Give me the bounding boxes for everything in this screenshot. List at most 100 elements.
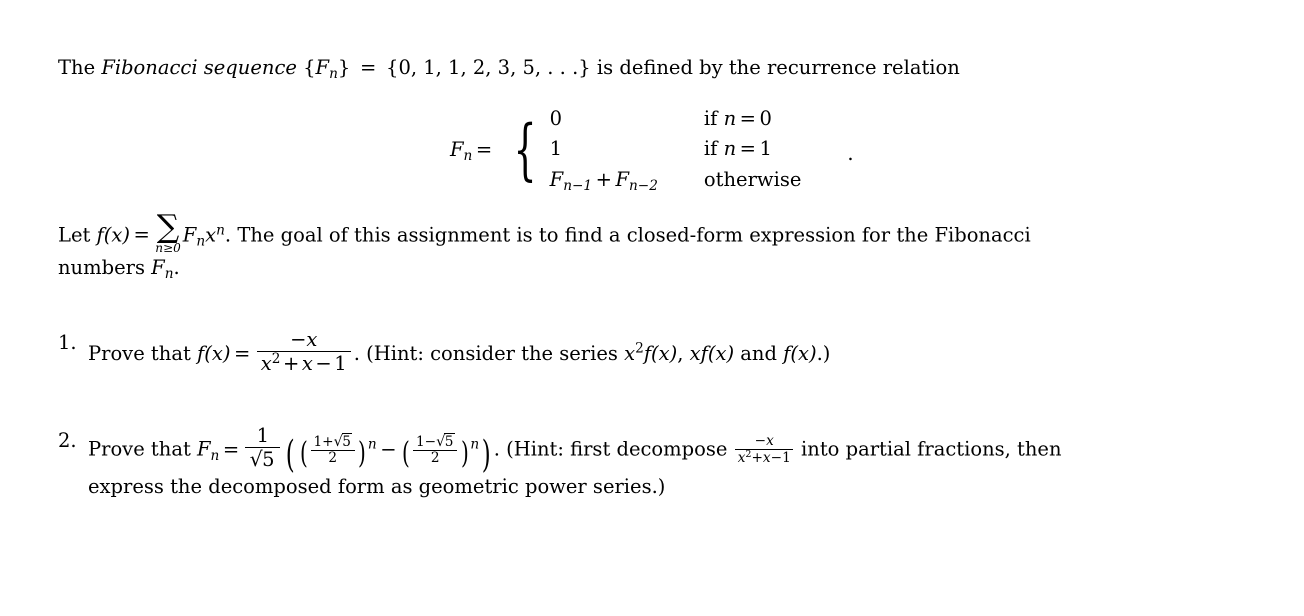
radicand: 5 [444, 432, 455, 450]
case-value: 1 [549, 137, 563, 161]
phi-paren-close: ) [358, 436, 366, 472]
generating-equals: = [133, 223, 150, 247]
summation-limit: n≥0 [155, 240, 181, 255]
sigma-glyph: ∑ [156, 208, 180, 245]
psi-sqrt: √5 [436, 432, 455, 451]
problem-1-period: . [353, 342, 360, 366]
problem-2-period: . [493, 437, 500, 461]
hint-term1-f: f(x) [643, 342, 678, 366]
cases-row: 0 if n = 0 [550, 104, 802, 134]
generating-f: f [96, 223, 104, 247]
phi-numerator: 1+√5 [311, 432, 355, 451]
case-condition-rel: = [739, 137, 756, 161]
cases-row: 1 if n = 1 [550, 134, 802, 164]
generating-tail-period: . [173, 256, 180, 280]
case-condition: if n = 1 [704, 134, 801, 164]
recurrence-equals: = [475, 137, 493, 161]
phi-paren-open: ( [299, 436, 308, 472]
generating-let: Let [58, 223, 91, 247]
intro-lead: The [58, 55, 96, 79]
problem-2-lead: Prove that [88, 437, 191, 461]
phi-sqrt: √5 [334, 432, 353, 451]
hint-and: and [740, 342, 777, 366]
case-term-a-subscript: n−1 [563, 177, 593, 194]
problem-list: 1. Prove that f(x) = −x x2 + x −1. (Hint: cons… [58, 329, 1216, 502]
phi-denominator: 2 [310, 450, 355, 466]
fraction-numerator: −x [290, 328, 318, 352]
generating-tail-prefix: numbers [58, 256, 145, 280]
intro-sequence-subscript: n [329, 65, 338, 82]
hint-term3: f(x) [783, 342, 817, 366]
intro-sequence-open: { [303, 55, 316, 79]
problem-marker: 1. [58, 331, 77, 355]
case-value: Fn−1 + Fn−2 [550, 165, 704, 198]
recurrence-equation: Fn = { 0 if n = 0 1 if n = 1 Fn−1 + Fn−2 otherw… [450, 104, 854, 197]
case-condition-prefix: if [703, 137, 718, 161]
hint-term2: xf(x) [689, 342, 735, 366]
generating-tail-F: F [151, 256, 165, 280]
psi-paren-open: ( [402, 436, 410, 472]
denominator-one: 1 [334, 352, 347, 376]
case-condition-val: 1 [759, 137, 772, 161]
hint-term1-exponent: 2 [635, 341, 644, 358]
case-condition-var: n [723, 137, 737, 161]
problem-2-hint-open: (Hint: first decompose [506, 437, 728, 461]
generating-period: . [224, 223, 232, 247]
outer-paren-close: ) [481, 432, 491, 476]
case-condition-prefix: if [703, 106, 718, 130]
psi-minus: − [424, 433, 437, 450]
recurrence-period: . [847, 142, 854, 166]
denominator-minus: − [315, 352, 332, 376]
hint-fraction-denominator: x2+x−1 [735, 449, 794, 467]
phi-fraction: 1+√5 2 [310, 432, 355, 467]
denominator-plus: + [283, 352, 300, 376]
phi-exponent: n [367, 436, 377, 453]
coefficient-denominator: √5 [245, 446, 281, 471]
intro-equals: = [360, 55, 377, 79]
psi-fraction: 1−√5 2 [413, 432, 457, 467]
case-term-operator: + [595, 167, 612, 191]
coefficient-numerator: 1 [256, 424, 270, 448]
problem-item-1: 1. Prove that f(x) = −x x2 + x −1. (Hint: cons… [58, 329, 1216, 375]
intro-tail: is defined by the recurrence relation [596, 55, 960, 79]
problem-1-hint-close: .) [816, 342, 831, 366]
cases-brace: { [513, 111, 537, 189]
hint-fraction-numerator: −x [754, 433, 774, 450]
problem-2-hint-tail: express the decomposed form as geometric… [88, 474, 666, 498]
psi-numerator: 1−√5 [413, 432, 457, 451]
problem-1-lead: Prove that [88, 342, 191, 366]
summation-symbol: ∑ n≥0 [155, 208, 181, 255]
radicand: 5 [261, 446, 277, 471]
outer-paren-open: ( [285, 432, 295, 476]
denominator-x: x [260, 352, 272, 376]
recurrence-lhs: Fn = [450, 138, 504, 164]
generating-function-paragraph: Let f(x) = ∑ n≥0 Fnxn. The goal of this assi… [58, 208, 1216, 285]
recurrence-lhs-subscript: n [463, 147, 473, 164]
case-term-a-symbol: F [549, 167, 564, 191]
phi-one: 1 [313, 433, 323, 450]
intro-paragraph: The Fibonacci sequence {Fn} = {0, 1, 1, … [58, 54, 1216, 84]
problem-2-F: F [197, 437, 211, 461]
recurrence-display: Fn = { 0 if n = 0 1 if n = 1 Fn−1 + Fn−2 otherw… [58, 104, 1216, 194]
hint-comma: , [677, 342, 684, 366]
psi-denominator: 2 [413, 450, 457, 466]
generating-of-x: (x) [103, 223, 130, 247]
intro-sequence-symbol: F [315, 55, 330, 79]
problem-1-of-x: (x) [204, 342, 231, 366]
intro-sequence-values: {0, 1, 1, 2, 3, 5, . . .} [386, 55, 591, 79]
problem-2-equals: = [222, 437, 240, 461]
problem-1-fraction: −x x2 + x −1 [256, 328, 351, 376]
hint-fraction: −x x2+x−1 [735, 433, 794, 467]
summand-F: F [182, 223, 197, 247]
psi-exponent: n [470, 436, 480, 453]
psi-one: 1 [415, 433, 425, 450]
summand-exponent: n [216, 222, 225, 239]
denominator-minus: − [770, 450, 783, 467]
problem-1-equals: = [233, 342, 251, 366]
case-condition: otherwise [703, 167, 802, 191]
problem-2-F-subscript: n [210, 447, 220, 464]
case-condition-var: n [723, 106, 737, 130]
case-condition-val: 0 [759, 106, 772, 130]
case-value: 0 [549, 106, 563, 130]
binet-minus: − [380, 437, 397, 461]
